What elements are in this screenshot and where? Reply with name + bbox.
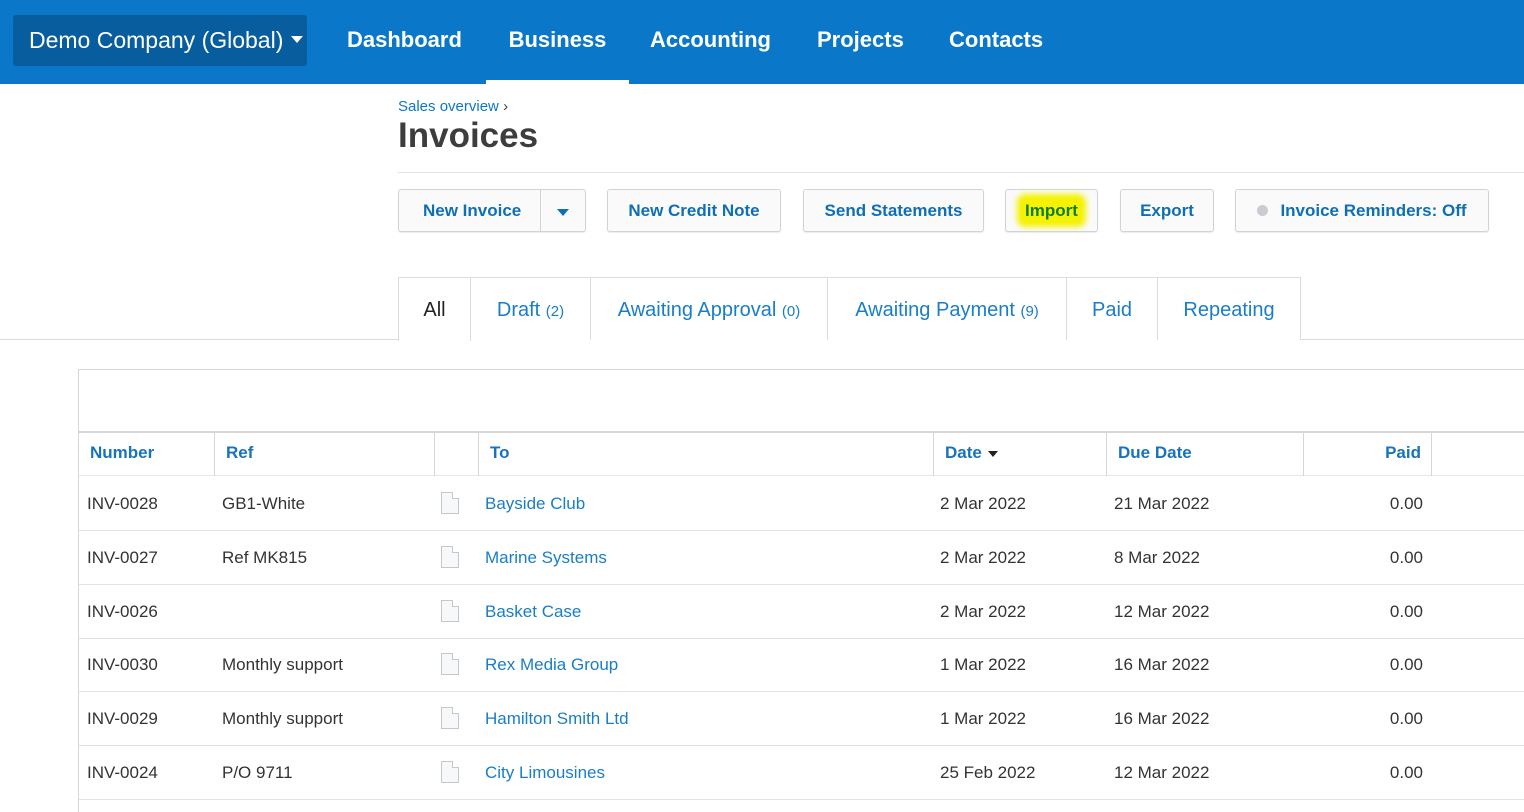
cell-due-date: 21 Mar 2022 (1114, 494, 1210, 513)
cell-paid: 0.00 (1389, 709, 1423, 728)
document-icon[interactable] (441, 761, 459, 783)
cell-number: INV-0026 (87, 602, 158, 621)
tab-label: Repeating (1183, 299, 1275, 321)
table-row[interactable]: INV-0030 Monthly support Rex Media Group 1 … (79, 638, 1524, 692)
page-title: Invoices (398, 116, 539, 155)
header-divider (398, 172, 1524, 173)
tab-count: (0) (781, 303, 801, 320)
nav-item-dashboard[interactable]: Dashboard (347, 0, 462, 84)
invoice-reminders-label: Invoice Reminders: Off (1280, 201, 1467, 220)
top-navigation-bar: Demo Company (Global) Dashboard Business… (0, 0, 1524, 84)
cell-number: INV-0029 (87, 709, 158, 728)
cell-paid: 0.00 (1389, 602, 1423, 621)
cell-to[interactable]: Bayside Club (485, 477, 585, 530)
nav-item-accounting[interactable]: Accounting (650, 0, 771, 84)
document-icon[interactable] (441, 600, 459, 622)
document-icon[interactable] (441, 546, 459, 568)
cell-ref: P/O 9711 (222, 763, 293, 782)
new-invoice-dropdown-toggle[interactable] (540, 190, 585, 231)
tab-label: Draft (496, 299, 541, 321)
import-label-highlighted: Import (1021, 198, 1082, 223)
cell-to[interactable]: Basket Case (485, 585, 581, 638)
column-header-attachment (434, 431, 478, 476)
cell-date: 1 Mar 2022 (940, 655, 1026, 674)
cell-date: 25 Feb 2022 (940, 763, 1036, 782)
nav-item-projects[interactable]: Projects (817, 0, 904, 84)
cell-date: 1 Mar 2022 (940, 709, 1026, 728)
breadcrumb-sales-overview[interactable]: Sales overview (398, 98, 499, 115)
table-row[interactable]: INV-0024 P/O 9711 City Limousines 25 Feb 20… (79, 746, 1524, 800)
cell-to[interactable]: Rex Media Group (485, 638, 618, 691)
status-dot-icon (1257, 205, 1269, 217)
table-row[interactable]: INV-0028 GB1-White Bayside Club 2 Mar 2022 2… (79, 477, 1524, 531)
tab-label: All (423, 299, 446, 321)
cell-date: 2 Mar 2022 (940, 494, 1026, 513)
tab-awaiting-approval[interactable]: Awaiting Approval (0) (590, 277, 828, 340)
cell-ref: Monthly support (222, 655, 343, 674)
invoice-reminders-button[interactable]: Invoice Reminders: Off (1235, 189, 1489, 232)
caret-down-icon (557, 209, 569, 216)
import-button[interactable]: Import (1005, 189, 1098, 232)
cell-number: INV-0030 (87, 655, 158, 674)
document-icon[interactable] (441, 707, 459, 729)
tab-label: Paid (1091, 299, 1133, 321)
cell-due-date: 12 Mar 2022 (1114, 602, 1210, 621)
cell-number: INV-0027 (87, 548, 158, 567)
nav-item-contacts[interactable]: Contacts (949, 0, 1043, 84)
chevron-down-icon (291, 36, 304, 44)
cell-due-date: 16 Mar 2022 (1114, 655, 1210, 674)
tab-label: Awaiting Approval (617, 299, 777, 321)
column-header-ref[interactable]: Ref (214, 431, 434, 476)
cell-paid: 0.00 (1389, 763, 1423, 782)
column-header-number[interactable]: Number (79, 431, 214, 476)
table-row[interactable]: INV-0026 Basket Case 2 Mar 2022 12 Mar 2022… (79, 585, 1524, 639)
send-statements-button[interactable]: Send Statements (803, 189, 984, 232)
cell-due-date: 12 Mar 2022 (1114, 763, 1210, 782)
cell-due-date: 8 Mar 2022 (1114, 548, 1200, 567)
column-header-due-date[interactable]: Due Date (1106, 431, 1303, 476)
cell-date: 2 Mar 2022 (940, 548, 1026, 567)
column-header-paid[interactable]: Paid (1303, 431, 1431, 476)
tab-draft[interactable]: Draft (2) (470, 277, 591, 340)
table-row[interactable]: INV-0029 Monthly support Hamilton Smith Lt… (79, 692, 1524, 746)
tab-awaiting-payment[interactable]: Awaiting Payment (9) (827, 277, 1067, 340)
organisation-name: Demo Company (Global) (29, 27, 284, 53)
nav-item-business[interactable]: Business (486, 0, 629, 84)
column-header-extra (1431, 431, 1524, 476)
cell-date: 2 Mar 2022 (940, 602, 1026, 621)
cell-ref: GB1-White (222, 494, 306, 513)
cell-to[interactable]: Hamilton Smith Ltd (485, 692, 629, 745)
organisation-switcher[interactable]: Demo Company (Global) (13, 15, 307, 66)
tab-paid[interactable]: Paid (1066, 277, 1158, 340)
document-icon[interactable] (441, 492, 459, 514)
cell-to[interactable]: City Limousines (485, 746, 605, 799)
new-credit-note-button[interactable]: New Credit Note (607, 189, 781, 232)
tab-repeating[interactable]: Repeating (1157, 277, 1301, 340)
tab-count: (9) (1020, 303, 1039, 320)
cell-paid: 0.00 (1389, 655, 1423, 674)
tab-all[interactable]: All (398, 277, 471, 341)
new-invoice-label: New Invoice (423, 201, 522, 220)
tab-count: (2) (545, 303, 565, 320)
sort-descending-icon (987, 450, 998, 457)
export-button[interactable]: Export (1120, 189, 1214, 232)
new-invoice-button[interactable]: New Invoice (398, 189, 586, 232)
cell-due-date: 16 Mar 2022 (1114, 709, 1210, 728)
column-header-to[interactable]: To (478, 431, 933, 476)
cell-paid: 0.00 (1389, 548, 1423, 567)
cell-number: INV-0024 (87, 763, 158, 782)
column-header-date[interactable]: Date (933, 431, 1107, 476)
table-row[interactable]: INV-0027 Ref MK815 Marine Systems 2 Mar 202… (79, 531, 1524, 585)
cell-ref: Monthly support (222, 709, 343, 728)
cell-paid: 0.00 (1389, 494, 1423, 513)
breadcrumb-separator: › (503, 98, 509, 115)
cell-ref: Ref MK815 (222, 548, 308, 567)
document-icon[interactable] (441, 653, 459, 675)
breadcrumb: Sales overview › (398, 98, 508, 115)
cell-number: INV-0028 (87, 494, 158, 513)
cell-to[interactable]: Marine Systems (485, 531, 607, 584)
column-header-date-label: Date (945, 443, 982, 462)
tab-label: Awaiting Payment (855, 299, 1015, 321)
